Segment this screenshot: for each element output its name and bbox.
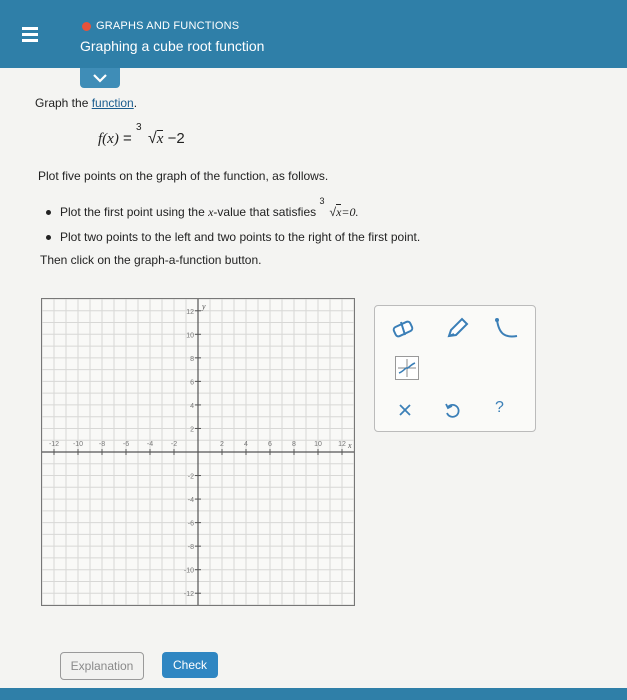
function-definition: f(x) = 3 √x −2 xyxy=(98,122,185,148)
y-axis-label: y xyxy=(201,302,206,311)
x-tick-label: 6 xyxy=(268,441,272,448)
bullet-left-right-points: Plot two points to the left and two poin… xyxy=(45,230,421,244)
y-tick-label: -2 xyxy=(188,474,194,481)
plot-instruction: Plot five points on the graph of the fun… xyxy=(38,169,329,183)
y-tick-label: 2 xyxy=(190,426,194,433)
undo-icon[interactable] xyxy=(443,401,461,419)
check-button[interactable]: Check xyxy=(162,652,218,678)
radical-sign: √ xyxy=(147,130,157,147)
y-tick-label: -10 xyxy=(184,568,194,575)
x-tick-label: -4 xyxy=(147,441,153,448)
topic-status-dot xyxy=(82,21,91,31)
bullet-cube-root: 3 √x xyxy=(319,196,342,220)
topic-label: GRAPHS AND FUNCTIONS xyxy=(82,20,239,32)
bullet1-mid: -value that satisfies xyxy=(213,205,320,219)
menu-icon[interactable] xyxy=(18,22,44,48)
graph-instruction: Then click on the graph-a-function butto… xyxy=(40,253,262,267)
bullet1-equation-end: =0. xyxy=(341,205,359,219)
y-tick-label: -6 xyxy=(188,521,194,528)
x-tick-label: 4 xyxy=(244,441,248,448)
topic-text: GRAPHS AND FUNCTIONS xyxy=(96,20,240,32)
graph-function-icon xyxy=(398,359,416,377)
graph-toolbox: ? xyxy=(374,305,536,432)
graph-area[interactable]: -12 -10 -8 -6 -4 -2 2 4 6 8 10 12 12 10 8 6 4 2 -2 -4 -6 -8 -1… xyxy=(41,298,355,606)
clear-icon[interactable] xyxy=(397,402,413,418)
intro-text: Graph the xyxy=(35,96,92,110)
bullet-root-index: 3 xyxy=(319,196,325,206)
y-tick-label: 8 xyxy=(190,356,194,363)
x-tick-label: -10 xyxy=(73,441,83,448)
eraser-icon[interactable] xyxy=(391,318,417,340)
y-tick-label: -12 xyxy=(184,591,194,598)
y-tick-label: 12 xyxy=(186,309,194,316)
root-index: 3 xyxy=(135,122,142,133)
x-tick-label: 10 xyxy=(314,441,322,448)
function-lhs: f(x) xyxy=(98,131,119,147)
bullet1-prefix: Plot the first point using the xyxy=(60,205,209,219)
x-tick-label: -2 xyxy=(171,441,177,448)
pencil-icon[interactable] xyxy=(445,316,471,340)
x-tick-label: 2 xyxy=(220,441,224,448)
cube-root: 3 √x xyxy=(136,122,164,148)
page-title: Graphing a cube root function xyxy=(80,38,265,54)
function-tail: −2 xyxy=(167,130,185,147)
y-tick-label: -8 xyxy=(188,544,194,551)
chevron-down-icon xyxy=(93,74,107,83)
bottom-bar xyxy=(0,688,627,700)
y-tick-label: 10 xyxy=(186,332,194,339)
intro-line: Graph the function. xyxy=(35,96,137,110)
help-icon[interactable]: ? xyxy=(495,399,504,417)
coordinate-plane[interactable]: -12 -10 -8 -6 -4 -2 2 4 6 8 10 12 12 10 8 6 4 2 -2 -4 -6 -8 -1… xyxy=(41,298,355,606)
graph-function-button[interactable] xyxy=(395,356,419,380)
x-tick-label: -8 xyxy=(99,441,105,448)
y-tick-label: 4 xyxy=(190,403,194,410)
bullet-radicand: x xyxy=(336,204,342,219)
function-link[interactable]: function xyxy=(92,96,134,110)
radicand: x xyxy=(156,130,164,147)
explanation-button[interactable]: Explanation xyxy=(60,652,144,680)
x-tick-label: 12 xyxy=(338,441,346,448)
bullet-first-point: Plot the first point using the x -value t… xyxy=(46,196,359,220)
y-tick-label: -4 xyxy=(188,497,194,504)
function-equals: = xyxy=(123,130,132,147)
x-tick-label: -12 xyxy=(49,441,59,448)
header-bar: GRAPHS AND FUNCTIONS Graphing a cube roo… xyxy=(0,0,627,68)
collapse-header-button[interactable] xyxy=(80,68,120,88)
x-tick-label: -6 xyxy=(123,441,129,448)
y-tick-label: 6 xyxy=(190,379,194,386)
curve-tool-icon[interactable] xyxy=(493,316,521,340)
x-axis-label: x xyxy=(347,441,352,450)
intro-period: . xyxy=(133,96,138,110)
x-tick-label: 8 xyxy=(292,441,296,448)
